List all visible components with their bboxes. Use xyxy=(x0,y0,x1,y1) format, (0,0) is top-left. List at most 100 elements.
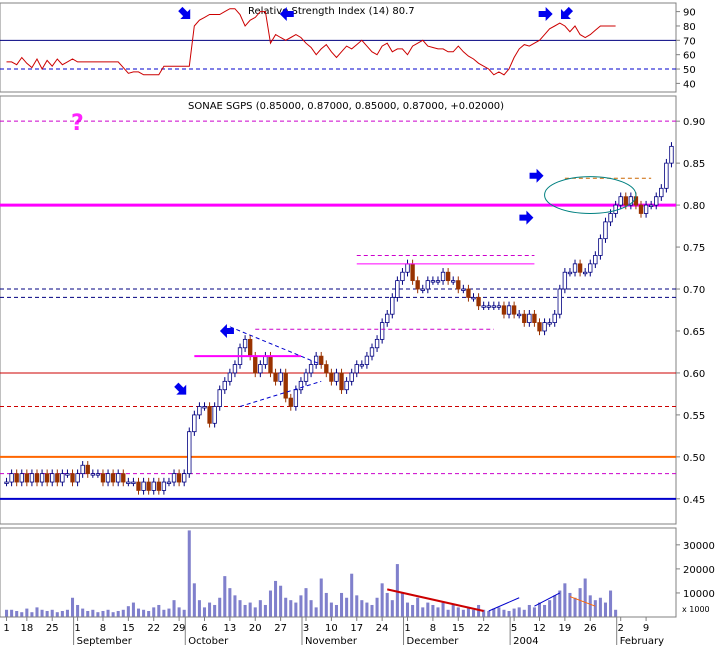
price-candle-body xyxy=(547,322,552,325)
price-candle-body xyxy=(664,162,669,189)
volume-bar xyxy=(431,604,435,617)
price-title: SONAE SGPS (0.85000, 0.87000, 0.85000, 0… xyxy=(188,101,504,112)
price-candle-body xyxy=(344,380,349,391)
volume-bar xyxy=(502,609,506,617)
price-candle-body xyxy=(451,280,456,283)
volume-bar xyxy=(106,609,110,617)
price-candle-body xyxy=(90,473,96,476)
x-day-label: 10 xyxy=(325,623,338,634)
price-candle-body xyxy=(527,313,532,323)
volume-bar xyxy=(365,602,369,617)
x-day-label: 13 xyxy=(224,623,237,634)
price-candle-body xyxy=(339,372,344,391)
volume-bar xyxy=(197,600,201,617)
price-candle-body xyxy=(603,221,608,240)
volume-bar xyxy=(202,607,207,617)
price-candle-body xyxy=(121,473,126,483)
price-candle-body xyxy=(303,372,309,382)
price-candle-body xyxy=(217,389,222,407)
price-candle-body xyxy=(161,481,167,491)
price-candle-body xyxy=(85,464,90,475)
volume-bar xyxy=(370,604,374,617)
price-candle-body xyxy=(55,473,60,483)
volume-bar xyxy=(228,588,232,617)
price-candle-body xyxy=(273,372,278,382)
price-candle-body xyxy=(308,364,314,374)
volume-bar xyxy=(446,609,450,617)
price-candle-body xyxy=(385,313,390,323)
volume-bar xyxy=(91,609,95,617)
price-candle-body xyxy=(70,473,75,483)
volume-bar xyxy=(15,610,19,617)
volume-bar xyxy=(81,608,85,617)
price-y-tick-label: 0.85 xyxy=(683,159,705,170)
price-candle-body xyxy=(435,280,441,283)
volume-bar xyxy=(380,583,384,617)
price-y-tick-label: 0.90 xyxy=(683,117,705,128)
volume-bar xyxy=(456,607,460,617)
volume-bar xyxy=(289,600,293,617)
volume-bar xyxy=(60,610,64,617)
price-candle-body xyxy=(232,364,238,374)
price-candle-body xyxy=(415,280,420,290)
volume-bar xyxy=(411,604,415,617)
x-day-label: 18 xyxy=(20,623,33,634)
volume-bar xyxy=(86,610,90,617)
volume-bar xyxy=(471,609,476,617)
price-candle-body xyxy=(187,431,192,475)
price-candle-body xyxy=(268,355,273,374)
price-candle-body xyxy=(461,288,466,291)
price-candle-body xyxy=(39,473,45,483)
volume-bar xyxy=(111,612,115,617)
price-candle-body xyxy=(212,406,217,424)
volume-bar xyxy=(532,607,536,617)
volume-bar xyxy=(131,602,135,617)
price-candle-body xyxy=(100,473,106,483)
price-candle-body xyxy=(24,473,30,483)
x-day-label: 1 xyxy=(74,623,80,634)
x-day-label: 5 xyxy=(511,623,517,634)
price-candle-body xyxy=(476,297,481,307)
price-candle-body xyxy=(34,473,40,483)
price-candle-body xyxy=(136,481,141,491)
price-candle-body xyxy=(197,406,202,416)
volume-bar xyxy=(563,583,567,617)
price-y-tick-label: 0.75 xyxy=(683,243,705,254)
price-candle-body xyxy=(623,196,628,206)
price-candle-body xyxy=(247,338,253,357)
price-candle-body xyxy=(146,481,151,491)
x-day-label: 15 xyxy=(452,623,465,634)
x-month-label: November xyxy=(305,636,358,647)
price-candle-body xyxy=(430,280,436,283)
volume-bar xyxy=(603,602,607,617)
x-day-label: 15 xyxy=(122,623,135,634)
volume-bar xyxy=(35,607,39,617)
volume-bar xyxy=(517,607,521,617)
price-candle-body xyxy=(598,238,603,256)
volume-bar xyxy=(233,595,237,617)
volume-bar xyxy=(279,585,283,617)
chart-background xyxy=(0,0,724,647)
price-candle-body xyxy=(582,271,588,275)
price-candle-body xyxy=(263,355,268,365)
price-candle-body xyxy=(95,473,101,476)
price-candle-body xyxy=(491,305,496,308)
volume-bar xyxy=(553,595,557,617)
volume-bar xyxy=(50,609,54,617)
volume-bar xyxy=(96,612,100,617)
volume-bar xyxy=(588,595,592,617)
volume-bar xyxy=(537,602,542,617)
price-candle-body xyxy=(253,355,258,374)
price-candle-body xyxy=(613,204,618,214)
volume-bar xyxy=(136,608,141,617)
volume-bar xyxy=(329,602,333,617)
volume-bar xyxy=(177,607,181,617)
price-candle-body xyxy=(608,213,613,223)
rsi-y-tick-label: 90 xyxy=(683,8,696,19)
volume-bar xyxy=(126,606,130,617)
price-candle-body xyxy=(242,338,248,349)
volume-bar xyxy=(543,604,547,617)
volume-bar xyxy=(548,600,552,617)
price-candle-body xyxy=(80,464,85,475)
volume-bar xyxy=(421,607,425,617)
